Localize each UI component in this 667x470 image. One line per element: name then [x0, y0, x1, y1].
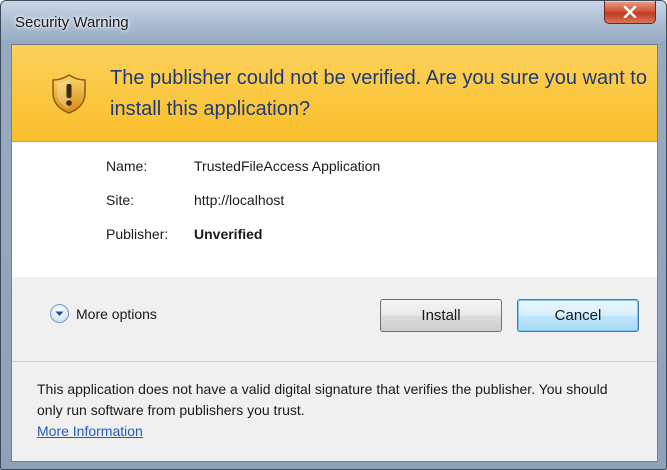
footer-warning-text: This application does not have a valid d…	[37, 381, 608, 418]
window-title: Security Warning	[15, 14, 129, 31]
application-details: Name: TrustedFileAccess Application Site:…	[12, 142, 657, 277]
options-area: More options Install Cancel	[12, 277, 657, 362]
publisher-label: Publisher:	[106, 226, 169, 242]
title-bar[interactable]: Security Warning	[1, 1, 666, 45]
detail-row-name: Name: TrustedFileAccess Application	[106, 158, 380, 174]
dialog-body: The publisher could not be verified. Are…	[11, 44, 658, 462]
close-button[interactable]	[604, 1, 656, 24]
detail-row-site: Site: http://localhost	[106, 192, 284, 208]
warning-headline: The publisher could not be verified. Are…	[110, 67, 647, 120]
security-warning-dialog: Security Warning The publisher could not…	[0, 0, 667, 470]
footer: This application does not have a valid d…	[12, 362, 657, 461]
warning-banner: The publisher could not be verified. Are…	[12, 45, 657, 142]
shield-warning-icon	[52, 74, 86, 114]
site-value: http://localhost	[194, 192, 285, 208]
name-value: TrustedFileAccess Application	[194, 158, 381, 174]
detail-row-publisher: Publisher: Unverified	[106, 226, 262, 242]
more-information-link[interactable]: More Information	[37, 423, 143, 439]
more-options-toggle[interactable]: More options	[50, 304, 157, 323]
chevron-down-circle-icon	[50, 304, 69, 323]
cancel-button[interactable]: Cancel	[517, 299, 639, 332]
close-icon	[623, 6, 637, 18]
more-options-label: More options	[76, 305, 157, 322]
install-button[interactable]: Install	[380, 299, 502, 332]
name-label: Name:	[106, 158, 148, 174]
site-label: Site:	[106, 192, 135, 208]
publisher-value: Unverified	[194, 226, 263, 242]
